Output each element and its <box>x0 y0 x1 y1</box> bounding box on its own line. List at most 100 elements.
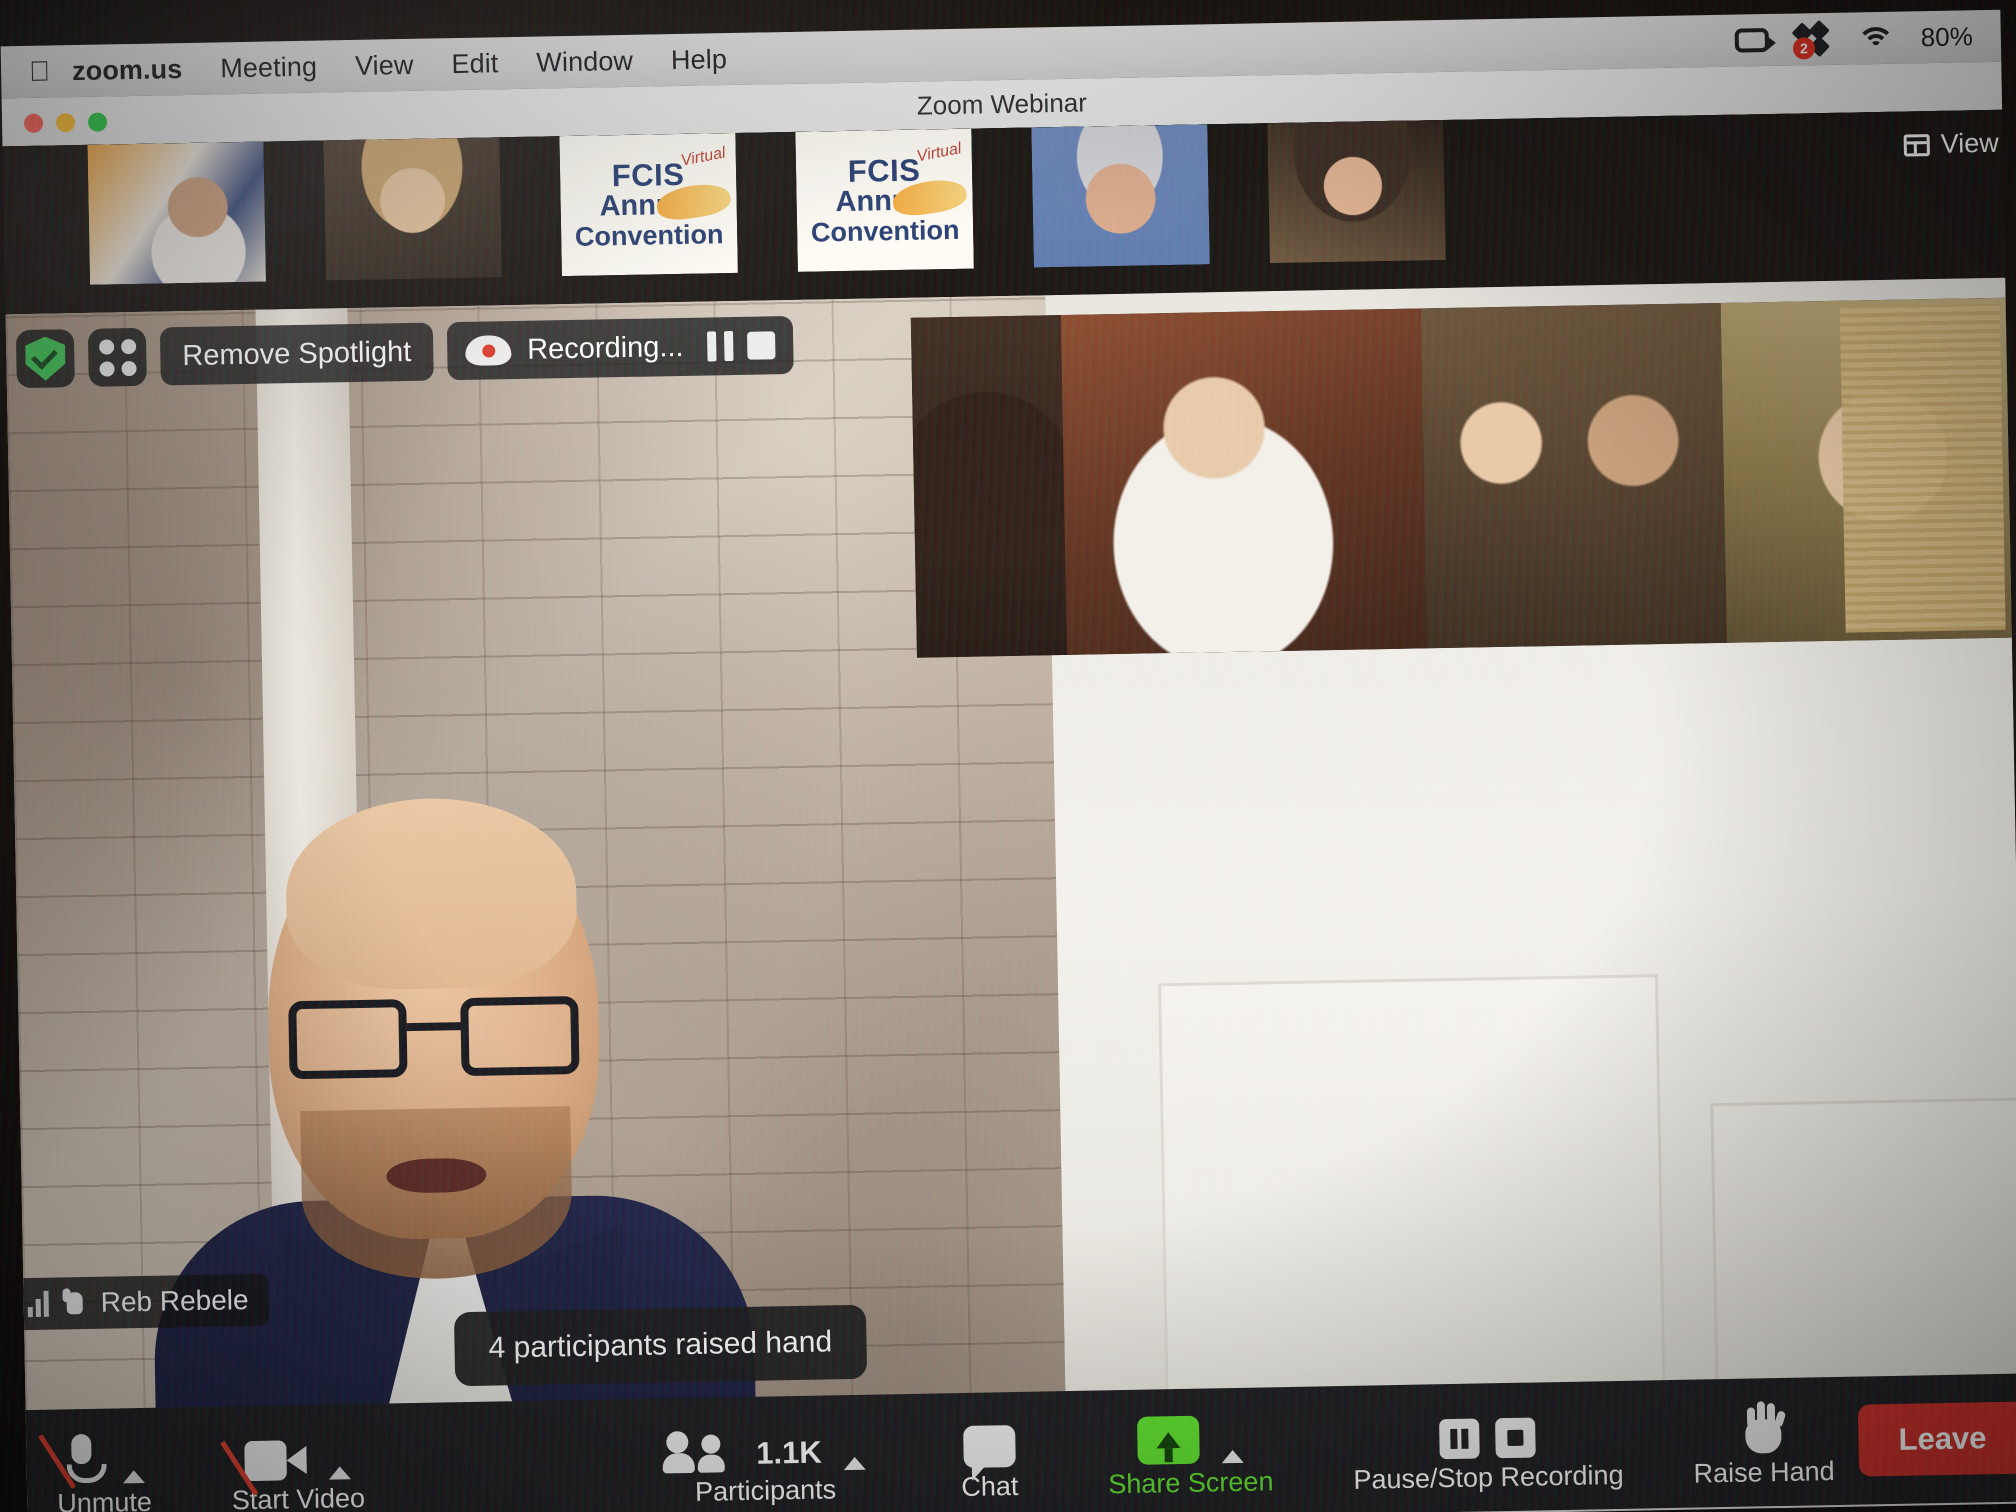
raised-hand-icon <box>1739 1400 1788 1454</box>
view-grid-icon <box>98 338 137 377</box>
photo-segment <box>910 315 1067 658</box>
fcis-line-1: FCIS <box>847 152 921 189</box>
start-video-icon-group <box>220 1423 352 1496</box>
video-off-icon <box>220 1440 307 1496</box>
speaker-glasses <box>288 995 580 1083</box>
pause-stop-recording-label: Pause/Stop Recording <box>1353 1459 1624 1495</box>
share-screen-icon <box>1136 1415 1200 1465</box>
audio-level-icon <box>27 1290 49 1318</box>
pause-icon[interactable] <box>1439 1418 1481 1459</box>
battery-percentage[interactable]: 80% <box>1920 21 1973 53</box>
main-video-stage: Remove Spotlight Recording... 4 particip… <box>5 277 2016 1512</box>
security-button[interactable] <box>15 329 75 389</box>
minimize-button[interactable] <box>55 113 76 133</box>
chat-button[interactable]: Chat <box>960 1392 1019 1512</box>
close-button[interactable] <box>23 113 44 133</box>
raise-hand-button[interactable]: Raise Hand <box>1692 1377 1835 1508</box>
participant-video <box>1267 119 1446 264</box>
unmute-icon-group <box>38 1426 146 1489</box>
unmute-button[interactable]: Unmute <box>38 1408 153 1512</box>
stop-icon[interactable] <box>747 331 776 360</box>
raised-hand-icon <box>62 1288 87 1318</box>
pause-icon[interactable] <box>707 331 734 361</box>
filmstrip-thumbnail[interactable]: Jan Pullen Saint Step... <box>323 137 502 281</box>
menu-item-view[interactable]: View <box>355 49 414 81</box>
raised-hand-toast: 4 participants raised hand <box>453 1304 867 1387</box>
fcis-convention-logo: Virtual FCIS Annual Convention <box>559 133 738 276</box>
recording-label: Recording... <box>526 330 684 366</box>
participants-icon <box>662 1430 725 1474</box>
start-video-button[interactable]: Start Video <box>220 1404 365 1512</box>
chevron-up-icon[interactable] <box>1221 1449 1244 1463</box>
zoom-button[interactable] <box>87 112 108 132</box>
filmstrip-thumbnail[interactable]: Virtual FCIS Annual Convention Florida C… <box>559 132 738 277</box>
self-name-label: Reb Rebele <box>100 1284 249 1318</box>
framed-photo-strip <box>910 297 2012 658</box>
stop-icon[interactable] <box>1495 1417 1537 1458</box>
filmstrip-thumbnail[interactable]: Barbara Hodges and... <box>87 141 266 285</box>
filmstrip-thumbnail[interactable]: Jan Pullen Saint Step... <box>1031 124 1210 268</box>
fcis-line-3: Convention <box>574 219 724 252</box>
view-button-label: View <box>1940 127 2000 159</box>
dropbox-icon[interactable]: 2 <box>1791 19 1831 60</box>
menu-bar-status-items: 2 80% <box>1734 19 1973 66</box>
participants-count: 1.1K <box>755 1434 822 1471</box>
participant-video: Virtual FCIS Annual Convention <box>795 128 974 272</box>
laptop-screen:  zoom.us Meeting View Edit Window Help … <box>0 0 2016 1512</box>
remove-spotlight-button[interactable]: Remove Spotlight <box>159 322 434 386</box>
fcis-line-1: FCIS <box>611 156 685 193</box>
chat-label: Chat <box>961 1470 1019 1502</box>
participant-video <box>323 137 502 281</box>
participant-video <box>1031 124 1210 268</box>
wifi-icon[interactable] <box>1856 25 1896 66</box>
video-camera-icon[interactable] <box>1734 27 1769 53</box>
photo-segment <box>1420 302 1727 649</box>
zoom-webinar-window: Barbara Hodges and... Jan Pullen Saint S… <box>2 109 2016 1512</box>
photo-segment <box>1060 308 1427 655</box>
menu-item-zoomus[interactable]: zoom.us <box>72 54 183 87</box>
chevron-up-icon[interactable] <box>328 1465 352 1480</box>
participant-video: Virtual FCIS Annual Convention <box>559 132 738 277</box>
recording-indicator[interactable]: Recording... <box>446 315 795 381</box>
raise-hand-label: Raise Hand <box>1693 1455 1835 1489</box>
chat-icon-group <box>962 1411 1016 1468</box>
window-title: Zoom Webinar <box>916 87 1088 121</box>
leave-button[interactable]: Leave <box>1857 1401 2016 1477</box>
view-button[interactable]: View <box>1903 128 1999 161</box>
participants-label: Participants <box>694 1473 837 1507</box>
menu-item-help[interactable]: Help <box>671 44 727 76</box>
participants-icon-group: 1.1K <box>662 1413 866 1474</box>
filmstrip-thumbnail[interactable]: Nancy Spencer <box>1267 119 1446 264</box>
photo-segment <box>1720 297 2012 643</box>
share-screen-icon-group <box>1136 1406 1244 1465</box>
share-screen-label: Share Screen <box>1108 1465 1274 1499</box>
chat-bubble-icon <box>962 1424 1016 1468</box>
menu-item-meeting[interactable]: Meeting <box>220 51 317 84</box>
pause-stop-recording-button[interactable]: Pause/Stop Recording <box>1352 1381 1624 1512</box>
unmute-label: Unmute <box>57 1486 153 1512</box>
apple-icon[interactable]:  <box>29 55 51 86</box>
chevron-up-icon[interactable] <box>123 1469 146 1483</box>
self-name-badge: Reb Rebele <box>23 1273 270 1331</box>
dropbox-badge: 2 <box>1792 37 1816 60</box>
microphone-muted-icon <box>38 1433 101 1489</box>
speaker-forehead <box>284 796 578 992</box>
filmstrip-thumbnail[interactable]: Virtual FCIS Annual Convention Florida C… <box>795 128 974 272</box>
view-layout-button[interactable] <box>87 327 147 387</box>
fcis-virtual-label: Virtual <box>915 140 963 166</box>
fcis-virtual-label: Virtual <box>679 144 727 170</box>
shield-check-icon <box>25 336 66 381</box>
recording-icon-group <box>1439 1401 1537 1459</box>
menu-item-edit[interactable]: Edit <box>451 48 498 80</box>
menu-item-window[interactable]: Window <box>536 45 633 78</box>
raise-hand-icon-group <box>1739 1396 1788 1454</box>
participants-button[interactable]: 1.1K Participants <box>662 1395 867 1512</box>
recording-mini-controls[interactable] <box>707 330 776 361</box>
remove-spotlight-label: Remove Spotlight <box>182 335 412 372</box>
menu-bar-spacer <box>765 41 1735 59</box>
window-traffic-lights <box>23 112 108 133</box>
participant-video <box>87 141 266 285</box>
share-screen-button[interactable]: Share Screen <box>1107 1387 1274 1512</box>
chevron-up-icon[interactable] <box>843 1456 866 1470</box>
view-grid-icon <box>1903 133 1930 157</box>
